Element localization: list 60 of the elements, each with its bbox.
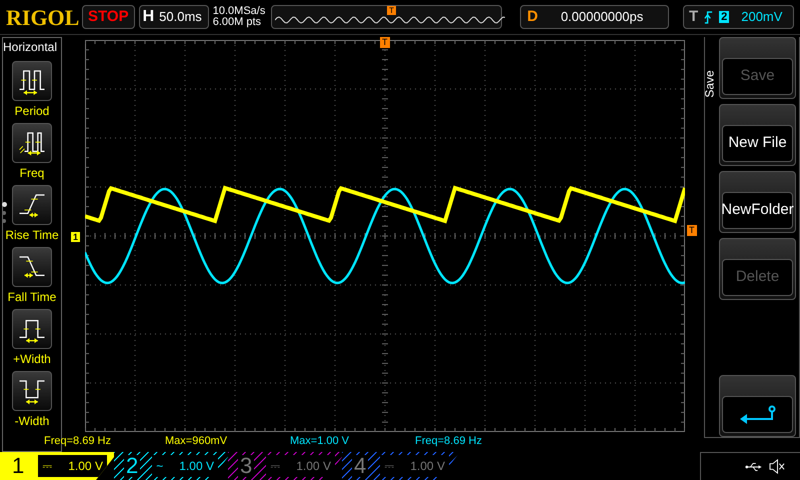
channel-number: 4 [352, 455, 368, 477]
measure-label: Fall Time [8, 290, 56, 304]
measure-button[interactable] [12, 247, 52, 287]
measure-button[interactable] [12, 309, 52, 349]
run-status[interactable]: STOP [82, 5, 135, 29]
measure-label: Period [14, 104, 50, 118]
trigger-position-marker: T [387, 6, 396, 15]
coupling-symbol: ⎓ [270, 458, 280, 475]
timebase-label: H [142, 7, 154, 27]
trigger-label: T [688, 6, 698, 27]
trigger-source: 2 [719, 11, 730, 23]
coupling-symbol: ⎓ [384, 458, 394, 475]
channel-marker: 1 [71, 232, 80, 242]
sample-rate: 10.0MSa/s [212, 6, 266, 17]
measurement-reading: Max=1.00 V [290, 434, 350, 449]
channel-scale: 1.00 V [179, 458, 214, 475]
trigger-level: 200mV [741, 8, 782, 26]
rising-edge-icon [704, 10, 714, 24]
softkey-label: NewFolder [722, 192, 793, 229]
delay-label: D [527, 6, 538, 27]
softkey-label: Delete [722, 259, 793, 296]
channel-scale: 1.00 V [296, 458, 331, 475]
timebase-panel[interactable]: H 50.0ms [138, 5, 209, 29]
channel-number: 1 [11, 455, 26, 477]
channel-number: 3 [238, 455, 254, 477]
measure-label: -Width [14, 414, 50, 428]
channel-tab[interactable]: 4 ⎓ 1.00 V [342, 452, 460, 480]
measure-label: Rise Time [5, 228, 59, 242]
channel-number: 2 [124, 455, 140, 477]
menu-title: Horizontal [3, 39, 58, 56]
trigger-position-marker: T [380, 37, 390, 48]
brand-logo: RIGOL [6, 4, 78, 32]
memory-depth: 6.00M pts [212, 17, 262, 28]
coupling-symbol: ⎓ [42, 458, 52, 475]
muted-speaker-icon [769, 459, 786, 474]
measurement-reading: Freq=8.69 Hz [415, 434, 483, 449]
measure-button[interactable] [12, 185, 52, 225]
measure-button[interactable] [12, 123, 52, 163]
softkey-label: New File [722, 125, 793, 162]
measurement-reading: Freq=8.69 Hz [43, 434, 112, 449]
measure-label: Freq [20, 166, 44, 180]
delay-value: 0.00000000ps [560, 8, 644, 26]
timebase-value: 50.0ms [159, 8, 202, 26]
softkey-label: Save [722, 58, 793, 95]
return-arrow-icon [738, 404, 778, 424]
trigger-level-marker: T [687, 225, 696, 236]
delay-panel[interactable]: D 0.00000000ps [520, 5, 670, 29]
measure-button[interactable] [12, 61, 52, 101]
back-button[interactable] [719, 375, 796, 437]
menu-title: Save [702, 70, 718, 98]
measure-label: +Width [13, 352, 51, 366]
channel-scale: 1.00 V [68, 458, 103, 475]
usb-icon [745, 462, 763, 472]
channel-scale: 1.00 V [410, 458, 445, 475]
measure-button[interactable] [12, 371, 52, 411]
trigger-panel[interactable]: T 2 200mV [682, 5, 794, 29]
coupling-symbol: ~ [156, 458, 164, 475]
softkey-button[interactable]: New File [719, 104, 796, 166]
measurement-reading: Max=960mV [165, 434, 228, 449]
softkey-button[interactable]: NewFolder [719, 171, 796, 233]
